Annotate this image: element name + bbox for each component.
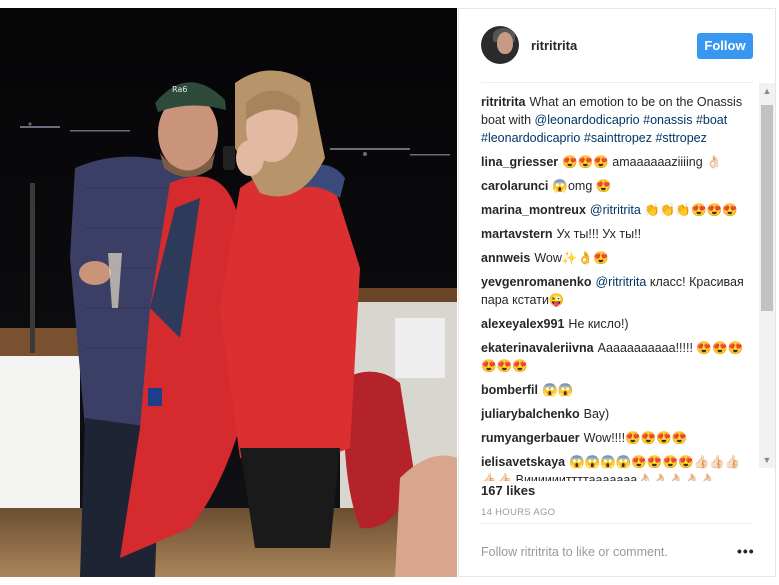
- comment-text: 😱😱: [541, 383, 574, 397]
- comments-list[interactable]: ritritrita What an emotion to be on the O…: [481, 93, 753, 481]
- comment-username[interactable]: martavstern: [481, 227, 553, 241]
- comment-username[interactable]: carolarunci: [481, 179, 548, 193]
- comment-username[interactable]: ielisavetskaya: [481, 455, 565, 469]
- more-options-icon[interactable]: •••: [737, 543, 755, 559]
- comment-text: 😱omg 😍: [552, 179, 612, 193]
- comment-item: ielisavetskaya 😱😱😱😱😍😍😍😍👍🏻👍🏻👍🏻👍🏻👍🏻 Вииииии…: [481, 453, 753, 481]
- footer-divider: [481, 523, 753, 524]
- comment-mention-link[interactable]: #sainttropez: [584, 131, 652, 145]
- comment-mention-link[interactable]: @ritritrita: [595, 275, 646, 289]
- follow-button[interactable]: Follow: [697, 33, 753, 59]
- comment-text: Wow!!!!😍😍😍😍: [583, 431, 688, 445]
- chevron-up-icon[interactable]: ▲: [759, 83, 775, 99]
- comment-username[interactable]: ekaterinavaleriivna: [481, 341, 594, 355]
- comment-username[interactable]: juliarybalchenko: [481, 407, 580, 421]
- post-photo[interactable]: Ra6: [0, 8, 457, 577]
- avatar[interactable]: [481, 26, 519, 64]
- comment-username[interactable]: yevgenromanenko: [481, 275, 591, 289]
- post-timestamp: 14 HOURS AGO: [481, 507, 556, 518]
- instagram-post-window: Ra6 ritritrita Follow ritritrita What an…: [0, 0, 779, 585]
- follow-to-comment-prompt: Follow ritritrita to like or comment.: [481, 545, 668, 559]
- comment-text: 😍😍😍 amaaaaaaziiiing 👌🏻: [562, 155, 722, 169]
- comment-item: lina_griesser 😍😍😍 amaaaaaaziiiing 👌🏻: [481, 153, 753, 171]
- comment-username[interactable]: marina_montreux: [481, 203, 586, 217]
- likes-count: 167 likes: [481, 483, 536, 498]
- comment-item: ekaterinavaleriivna Ааааааааааа!!!!! 😍😍😍😍…: [481, 339, 753, 375]
- comment-mention-link[interactable]: #boat: [696, 113, 727, 127]
- comment-item: martavstern Ух ты!!! Ух ты!!: [481, 225, 753, 243]
- comment-mention-link[interactable]: @leonardodicaprio: [535, 113, 640, 127]
- svg-text:Ra6: Ra6: [172, 85, 187, 94]
- username-link[interactable]: ritritrita: [531, 38, 577, 53]
- comment-mention-link[interactable]: #leonardodicaprio: [481, 131, 580, 145]
- comment-item: carolarunci 😱omg 😍: [481, 177, 753, 195]
- comment-text: Вау): [583, 407, 610, 421]
- comments-scrollbar[interactable]: ▲ ▼: [759, 83, 775, 468]
- chevron-down-icon[interactable]: ▼: [759, 452, 775, 468]
- comment-text: Wow✨👌😍: [534, 251, 609, 265]
- comment-item: annweis Wow✨👌😍: [481, 249, 753, 267]
- comment-username[interactable]: alexeyalex991: [481, 317, 564, 331]
- comment-text: Не кисло!): [568, 317, 629, 331]
- comment-item: marina_montreux @ritritrita 👏👏👏😍😍😍: [481, 201, 753, 219]
- header-divider: [481, 82, 753, 83]
- comment-username[interactable]: ritritrita: [481, 95, 525, 109]
- comment-username[interactable]: annweis: [481, 251, 530, 265]
- comment-text: Ух ты!!! Ух ты!!: [556, 227, 642, 241]
- post-header: ritritrita Follow: [459, 9, 775, 81]
- comment-username[interactable]: rumyangerbauer: [481, 431, 580, 445]
- comment-item: bomberfil 😱😱: [481, 381, 753, 399]
- comment-item: ritritrita What an emotion to be on the O…: [481, 93, 753, 147]
- comment-item: alexeyalex991 Не кисло!): [481, 315, 753, 333]
- comment-mention-link[interactable]: #onassis: [643, 113, 692, 127]
- comment-mention-link[interactable]: #sttropez: [655, 131, 706, 145]
- comment-text: 👏👏👏😍😍😍: [640, 203, 738, 217]
- comment-username[interactable]: lina_griesser: [481, 155, 558, 169]
- photo-illustration: Ra6: [0, 8, 457, 577]
- comment-item: juliarybalchenko Вау): [481, 405, 753, 423]
- comment-mention-link[interactable]: @ritritrita: [590, 203, 641, 217]
- comment-item: rumyangerbauer Wow!!!!😍😍😍😍: [481, 429, 753, 447]
- comment-username[interactable]: bomberfil: [481, 383, 538, 397]
- avatar-face: [497, 32, 513, 54]
- post-sidebar: ritritrita Follow ritritrita What an emot…: [458, 8, 776, 577]
- scrollbar-thumb[interactable]: [761, 105, 773, 311]
- comment-item: yevgenromanenko @ritritrita класс! Красив…: [481, 273, 753, 309]
